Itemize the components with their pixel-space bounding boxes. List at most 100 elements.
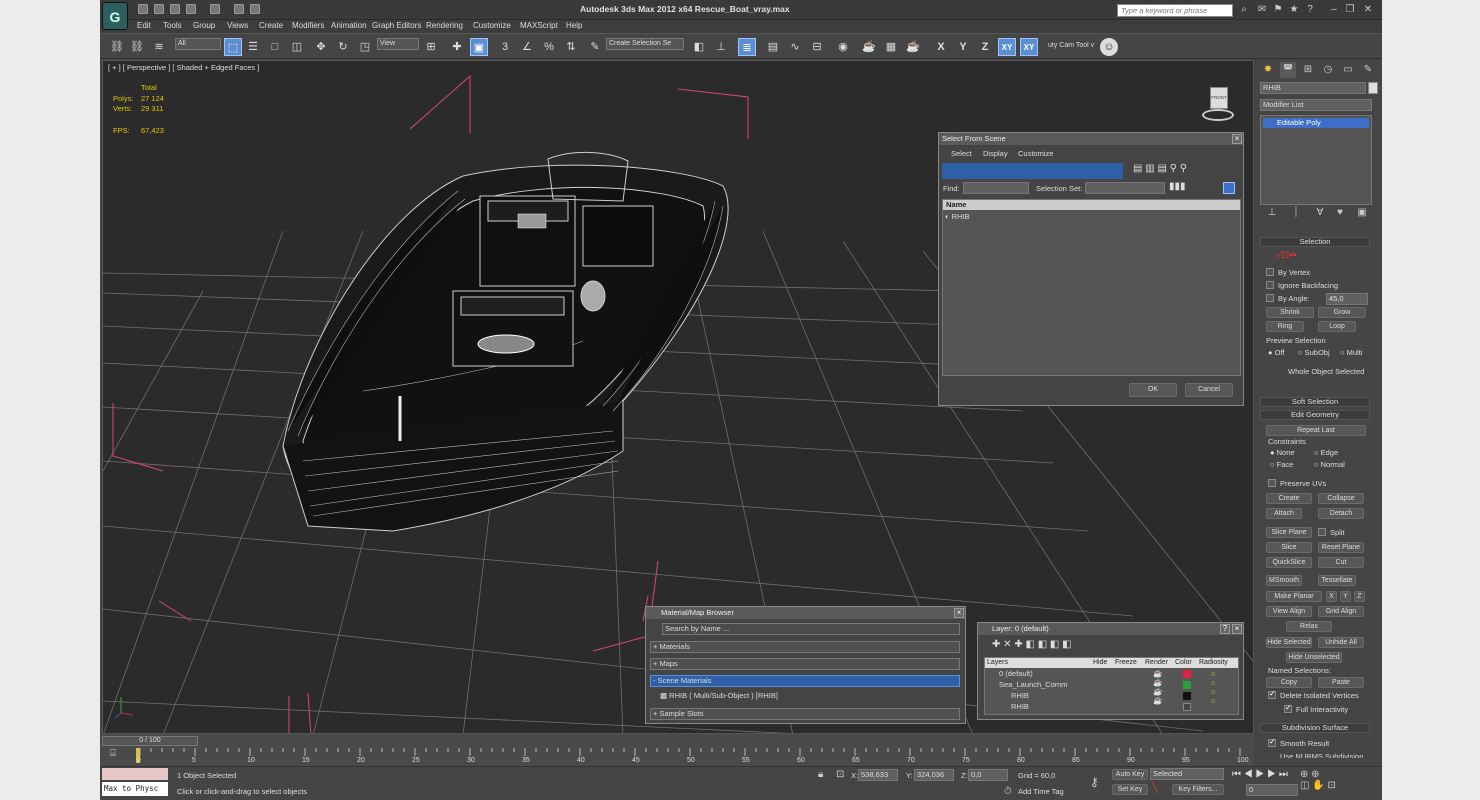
msmooth-button[interactable]: MSmooth xyxy=(1266,575,1302,586)
radiosity-icons[interactable]: ⌂ ⌂ ⌂ ⌂ xyxy=(1211,669,1216,705)
percent-snap-icon[interactable]: % xyxy=(540,38,558,56)
maps-group[interactable]: + Maps xyxy=(650,658,960,670)
layer-row-name[interactable]: Sea_Launch_Comm xyxy=(999,680,1067,689)
pivot-center-icon[interactable]: ⊞ xyxy=(422,38,440,56)
rendered-frame-window-icon[interactable]: ▦ xyxy=(882,38,900,56)
col-layers[interactable]: Layers xyxy=(987,658,1008,668)
new-file-icon[interactable] xyxy=(138,4,148,14)
by-angle-checkbox[interactable] xyxy=(1266,294,1274,302)
graphite-ribbon-icon[interactable]: ▤ xyxy=(764,38,782,56)
restore-icon[interactable]: ❐ xyxy=(1344,4,1356,16)
select-by-name-icon[interactable]: ☰ xyxy=(244,38,262,56)
render-icons[interactable]: ☕ ☕ ☕ ☕ xyxy=(1153,669,1162,705)
viewport-label[interactable]: [ + ] [ Perspective ] [ Shaded + Edged F… xyxy=(108,63,259,72)
sync-selection-icon[interactable] xyxy=(1223,182,1235,194)
display-tab-icon[interactable]: ▭ xyxy=(1340,62,1356,78)
layer-color-swatch[interactable] xyxy=(1183,703,1191,711)
menu-tools[interactable]: Tools xyxy=(163,21,182,30)
mirror-icon[interactable]: ◧ xyxy=(690,38,708,56)
layer-dialog-help-icon[interactable]: ? xyxy=(1220,624,1230,634)
app-logo-icon[interactable]: G xyxy=(102,2,128,30)
show-end-result-icon[interactable]: ⏐ xyxy=(1288,205,1304,221)
utilities-tab-icon[interactable]: ✎ xyxy=(1360,62,1376,78)
menu-edit[interactable]: Edit xyxy=(137,21,151,30)
playback-controls[interactable]: ⏮ ◀ ▶ ▶ ⏭ xyxy=(1232,769,1288,780)
layer-color-swatch[interactable] xyxy=(1183,670,1191,678)
reset-plane-button[interactable]: Reset Plane xyxy=(1318,542,1364,553)
configure-sets-icon[interactable]: ▣ xyxy=(1354,205,1370,221)
close-icon[interactable]: ✕ xyxy=(1362,4,1374,16)
full-interactivity-checkbox[interactable] xyxy=(1284,703,1292,713)
favorites-icon[interactable]: ★ xyxy=(1288,4,1300,16)
angle-snap-icon[interactable]: ∠ xyxy=(518,38,536,56)
grid-align-button[interactable]: Grid Align xyxy=(1318,606,1364,617)
render-production-icon[interactable]: ☕ xyxy=(904,38,922,56)
material-search-input[interactable]: Search by Name ... xyxy=(662,623,960,635)
redo-icon[interactable] xyxy=(210,4,220,14)
rectangular-selection-icon[interactable]: □ xyxy=(266,38,284,56)
viewport-navigation-icons[interactable]: ⊕ ⊕ ◫ ✋ ⊡ xyxy=(1300,769,1336,791)
selection-set-dropdown[interactable] xyxy=(1085,182,1165,194)
menu-customize[interactable]: Customize xyxy=(473,21,511,30)
view-align-button[interactable]: View Align xyxy=(1266,606,1312,617)
window-crossing-icon[interactable]: ◫ xyxy=(288,38,306,56)
material-browser-close-icon[interactable]: × xyxy=(954,608,964,618)
stack-item-editable-poly[interactable]: Editable Poly xyxy=(1263,118,1369,128)
selection-rollout[interactable]: Selection xyxy=(1260,237,1370,247)
menu-create[interactable]: Create xyxy=(259,21,283,30)
select-dialog-title[interactable]: Select From Scene xyxy=(939,133,1243,145)
select-object-icon[interactable]: ⬚ xyxy=(224,38,242,56)
viewcube-face[interactable]: FRONT xyxy=(1210,87,1228,109)
y-coordinate-field[interactable]: 324,036 xyxy=(914,769,954,781)
spinner-snap-icon[interactable]: ⇅ xyxy=(562,38,580,56)
make-planar-button[interactable]: Make Planar xyxy=(1266,591,1322,602)
layer-dialog-close-icon[interactable]: × xyxy=(1232,624,1242,634)
object-list-item[interactable]: ◐ RHIB xyxy=(945,212,970,221)
copy-button[interactable]: Copy xyxy=(1266,677,1312,688)
subobject-level-icons[interactable]: ·∕⊡▪▪ xyxy=(1276,250,1296,261)
axis-xy-button[interactable]: XY xyxy=(998,38,1016,56)
key-mode-icon[interactable]: ╲ xyxy=(1152,783,1166,797)
select-move-icon[interactable]: ✥ xyxy=(312,38,330,56)
remove-modifier-icon[interactable]: ♥ xyxy=(1332,205,1348,221)
preview-off-radio[interactable]: ● Off xyxy=(1268,348,1285,357)
select-rotate-icon[interactable]: ↻ xyxy=(334,38,352,56)
communication-center-icon[interactable]: ⚑ xyxy=(1272,4,1284,16)
layer-color-swatch[interactable] xyxy=(1183,681,1191,689)
by-vertex-checkbox[interactable] xyxy=(1266,268,1274,276)
menu-rendering[interactable]: Rendering xyxy=(426,21,463,30)
link-icon[interactable]: ⛓ xyxy=(108,38,126,56)
menu-graph-editors[interactable]: Graph Editors xyxy=(372,21,421,30)
absolute-mode-icon[interactable]: ⊡ xyxy=(836,769,848,781)
snaps-toggle-icon[interactable]: 3 xyxy=(496,38,514,56)
layer-toolbar-icons[interactable]: ✚ ✕ ✚ ◧ ◧ ◧ ◧ xyxy=(992,639,1072,650)
time-tag-icon[interactable]: ⏱ xyxy=(1004,786,1016,798)
menu-animation[interactable]: Animation xyxy=(331,21,367,30)
schematic-view-icon[interactable]: ⊟ xyxy=(808,38,826,56)
axis-x-button[interactable]: X xyxy=(932,38,950,56)
curve-editor-icon[interactable]: ∿ xyxy=(786,38,804,56)
create-tab-icon[interactable]: ✸ xyxy=(1260,62,1276,78)
preview-multi-radio[interactable]: ○ Multi xyxy=(1340,348,1362,357)
repeat-last-button[interactable]: Repeat Last xyxy=(1266,425,1366,436)
current-frame-field[interactable]: 0 xyxy=(1246,784,1298,796)
named-selection-sets-dropdown[interactable]: Create Selection Se xyxy=(606,38,684,50)
detach-button[interactable]: Detach xyxy=(1318,508,1364,519)
render-setup-icon[interactable]: ☕ xyxy=(860,38,878,56)
maxscript-mini-listener[interactable]: Max to Physc xyxy=(102,782,168,796)
display-toggle-icons[interactable]: ▤ ▥ ▤ ⚲ ⚲ xyxy=(1133,163,1187,174)
constraint-none-radio[interactable]: ● None xyxy=(1270,448,1295,457)
hide-selected-button[interactable]: Hide Selected xyxy=(1266,637,1312,648)
project-folder-icon[interactable] xyxy=(234,4,244,14)
subscription-icon[interactable]: ✉ xyxy=(1256,4,1268,16)
maxscript-listener-color[interactable] xyxy=(102,768,168,780)
object-color-swatch[interactable] xyxy=(1368,82,1378,94)
time-slider[interactable]: 0 / 100 xyxy=(102,736,198,746)
soft-selection-rollout[interactable]: Soft Selection xyxy=(1260,397,1370,407)
key-filters-button[interactable]: Key Filters... xyxy=(1172,784,1224,795)
cancel-button[interactable]: Cancel xyxy=(1185,383,1233,397)
constraint-face-radio[interactable]: ○ Face xyxy=(1270,460,1293,469)
menu-help[interactable]: Help xyxy=(566,21,582,30)
shrink-button[interactable]: Shrink xyxy=(1266,307,1314,318)
menu-maxscript[interactable]: MAXScript xyxy=(520,21,558,30)
